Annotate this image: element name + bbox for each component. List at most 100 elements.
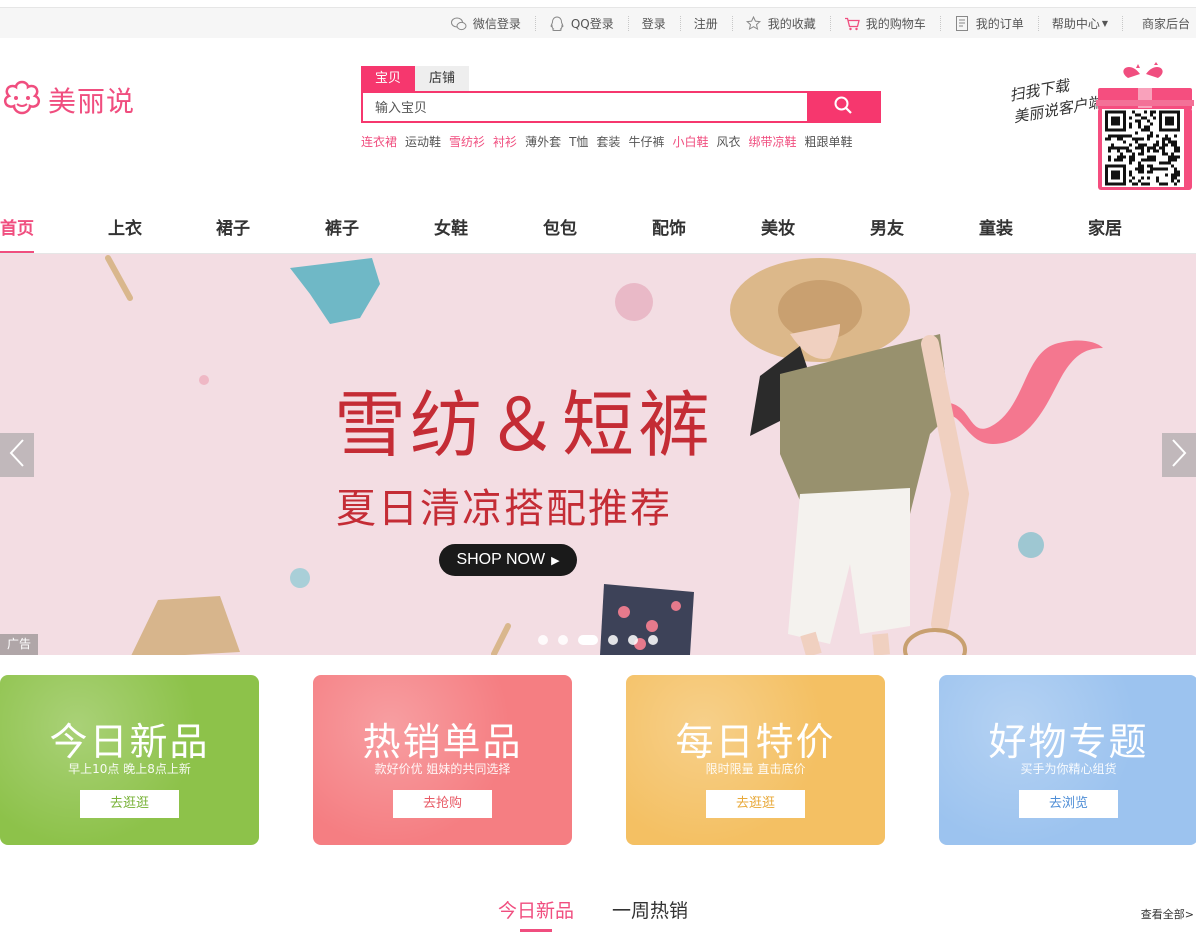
search-tab-shops[interactable]: 店铺 bbox=[415, 66, 469, 91]
banner-dot[interactable] bbox=[578, 635, 598, 645]
search-tab-items[interactable]: 宝贝 bbox=[361, 66, 415, 91]
promo-card-button[interactable]: 去浏览 bbox=[1019, 790, 1118, 818]
top-nav: 微信登录 QQ登录 登录 注册 我的收藏 我的购物车 我的订单 帮助中心 ▼ 商… bbox=[437, 8, 1192, 39]
order-icon bbox=[954, 16, 970, 32]
star-icon bbox=[746, 16, 762, 32]
search-box bbox=[361, 91, 881, 123]
hot-word-link[interactable]: 小白鞋 bbox=[672, 133, 708, 150]
banner-title: 雪纺＆短裤 bbox=[334, 383, 715, 467]
search-area: 宝贝 店铺 连衣裙运动鞋雪纺衫衬衫薄外套 T恤套装牛仔裤小白鞋风衣绑带凉鞋粗跟单鞋 bbox=[361, 66, 881, 150]
favorites-label: 我的收藏 bbox=[767, 17, 816, 31]
wechat-login-link[interactable]: 微信登录 bbox=[437, 8, 535, 39]
category-item[interactable]: 首页 bbox=[0, 204, 34, 254]
category-item[interactable]: 家居 bbox=[1088, 204, 1122, 254]
promo-card-button[interactable]: 去抢购 bbox=[393, 790, 492, 818]
login-label: 登录 bbox=[641, 17, 666, 31]
login-link[interactable]: 登录 bbox=[627, 8, 680, 39]
ad-label: 广告 bbox=[0, 634, 38, 655]
promo-card-button[interactable]: 去逛逛 bbox=[80, 790, 179, 818]
hot-search-words: 连衣裙 运动鞋 雪纺衫 衬衫 薄外套 T恤 套装 牛仔裤 小白鞋 风衣 绑带凉鞋 粗跟单鞋 bbox=[361, 133, 881, 150]
promo-card-subtitle: 买手为你精心组货 bbox=[1020, 762, 1117, 776]
help-center-label: 帮助中心 bbox=[1051, 17, 1100, 31]
category-nav: 首页 上衣 裙子 裤子 女鞋 包包 配饰 美妆 男友 童装 家居 bbox=[0, 204, 1196, 254]
hero-banner[interactable]: 雪纺＆短裤 夏日清凉搭配推荐 SHOP NOW ▶ 广告 bbox=[0, 254, 1196, 655]
search-icon bbox=[834, 96, 852, 118]
banner-prev-button[interactable] bbox=[0, 433, 34, 477]
search-input[interactable] bbox=[363, 93, 807, 121]
merchant-backend-link[interactable]: 商家后台 bbox=[1121, 8, 1192, 39]
caret-down-icon: ▼ bbox=[1101, 19, 1108, 28]
cart-link[interactable]: 我的购物车 bbox=[829, 8, 940, 39]
banner-pagination bbox=[538, 635, 668, 645]
cart-icon bbox=[844, 16, 860, 32]
hot-word-link[interactable]: 套装 bbox=[596, 133, 620, 150]
category-item[interactable]: 男友 bbox=[870, 204, 904, 254]
hot-word-link[interactable]: T恤 bbox=[569, 133, 588, 150]
top-bar: 微信登录 QQ登录 登录 注册 我的收藏 我的购物车 我的订单 帮助中心 ▼ 商… bbox=[0, 7, 1196, 38]
promo-card[interactable]: 好物专题 买手为你精心组货去浏览 bbox=[939, 675, 1196, 845]
orders-link[interactable]: 我的订单 bbox=[939, 8, 1038, 39]
help-center-dropdown[interactable]: 帮助中心 ▼ bbox=[1037, 8, 1122, 39]
category-item[interactable]: 裙子 bbox=[216, 204, 250, 254]
search-button[interactable] bbox=[807, 93, 879, 121]
tab-weekly-hot[interactable]: 一周热销 bbox=[612, 896, 688, 923]
category-item[interactable]: 童装 bbox=[979, 204, 1013, 254]
view-all-link[interactable]: 查看全部> bbox=[1141, 906, 1194, 922]
orders-label: 我的订单 bbox=[975, 17, 1024, 31]
register-label: 注册 bbox=[693, 17, 718, 31]
product-tabs: 今日新品 一周热销 bbox=[498, 896, 726, 932]
promo-card-title: 每日特价 bbox=[675, 720, 836, 764]
hot-word-link[interactable]: 运动鞋 bbox=[405, 133, 441, 150]
shop-now-label: SHOP NOW bbox=[456, 551, 546, 568]
register-link[interactable]: 注册 bbox=[679, 8, 732, 39]
promo-card-subtitle: 款好价优 姐妹的共同选择 bbox=[374, 762, 511, 776]
app-download-text: 扫我下载 美丽说客户端 bbox=[990, 76, 1104, 168]
category-item[interactable]: 裤子 bbox=[325, 204, 359, 254]
promo-card[interactable]: 每日特价 限时限量 直击底价去逛逛 bbox=[626, 675, 885, 845]
hot-word-link[interactable]: 牛仔裤 bbox=[628, 133, 664, 150]
category-item[interactable]: 女鞋 bbox=[434, 204, 468, 254]
shop-now-button[interactable]: SHOP NOW ▶ bbox=[439, 544, 577, 576]
favorites-link[interactable]: 我的收藏 bbox=[731, 8, 830, 39]
banner-dot[interactable] bbox=[628, 635, 638, 645]
category-item[interactable]: 上衣 bbox=[108, 204, 142, 254]
banner-dot[interactable] bbox=[648, 635, 658, 645]
qq-login-label: QQ登录 bbox=[570, 17, 614, 31]
promo-card-title: 好物专题 bbox=[988, 720, 1149, 764]
promo-card[interactable]: 今日新品 早上10点 晚上8点上新去逛逛 bbox=[0, 675, 259, 845]
promo-card-title: 今日新品 bbox=[49, 720, 210, 764]
wechat-icon bbox=[450, 16, 467, 32]
promo-card[interactable]: 热销单品 款好价优 姐妹的共同选择 去抢购 bbox=[313, 675, 572, 845]
hot-word-link[interactable]: 衬衫 bbox=[493, 133, 517, 150]
chevron-right-icon bbox=[1171, 438, 1187, 472]
hot-word-link[interactable]: 薄外套 bbox=[525, 133, 561, 150]
hot-word-link[interactable]: 风衣 bbox=[716, 133, 740, 150]
category-item[interactable]: 配饰 bbox=[652, 204, 686, 254]
promo-card-subtitle: 早上10点 晚上8点上新 bbox=[68, 762, 191, 776]
flower-logo-icon bbox=[0, 78, 44, 122]
cart-label: 我的购物车 bbox=[865, 17, 926, 31]
category-item[interactable]: 包包 bbox=[543, 204, 577, 254]
promo-card-subtitle: 限时限量 直击底价 bbox=[705, 762, 806, 776]
play-triangle-icon: ▶ bbox=[551, 554, 560, 567]
search-tabs: 宝贝 店铺 bbox=[361, 66, 881, 91]
hot-word-link[interactable]: 粗跟单鞋 bbox=[805, 133, 853, 150]
hot-word-link[interactable]: 雪纺衫 bbox=[449, 133, 485, 150]
merchant-backend-label: 商家后台 bbox=[1141, 17, 1190, 31]
banner-dot[interactable] bbox=[608, 635, 618, 645]
chevron-left-icon bbox=[9, 438, 25, 472]
banner-dot[interactable] bbox=[558, 635, 568, 645]
hot-word-link[interactable]: 绑带凉鞋 bbox=[748, 133, 796, 150]
banner-subtitle: 夏日清凉搭配推荐 bbox=[336, 486, 672, 532]
category-item[interactable]: 美妆 bbox=[761, 204, 795, 254]
banner-dot[interactable] bbox=[538, 635, 548, 645]
qr-code bbox=[1102, 109, 1184, 187]
banner-next-button[interactable] bbox=[1162, 433, 1196, 477]
tab-today-new[interactable]: 今日新品 bbox=[498, 896, 574, 932]
site-logo[interactable]: 美丽说 bbox=[0, 78, 135, 122]
hot-word-link[interactable]: 连衣裙 bbox=[361, 133, 397, 150]
promo-card-button[interactable]: 去逛逛 bbox=[706, 790, 805, 818]
qq-login-link[interactable]: QQ登录 bbox=[534, 8, 628, 39]
logo-text: 美丽说 bbox=[48, 85, 136, 118]
wechat-login-label: 微信登录 bbox=[472, 17, 521, 31]
